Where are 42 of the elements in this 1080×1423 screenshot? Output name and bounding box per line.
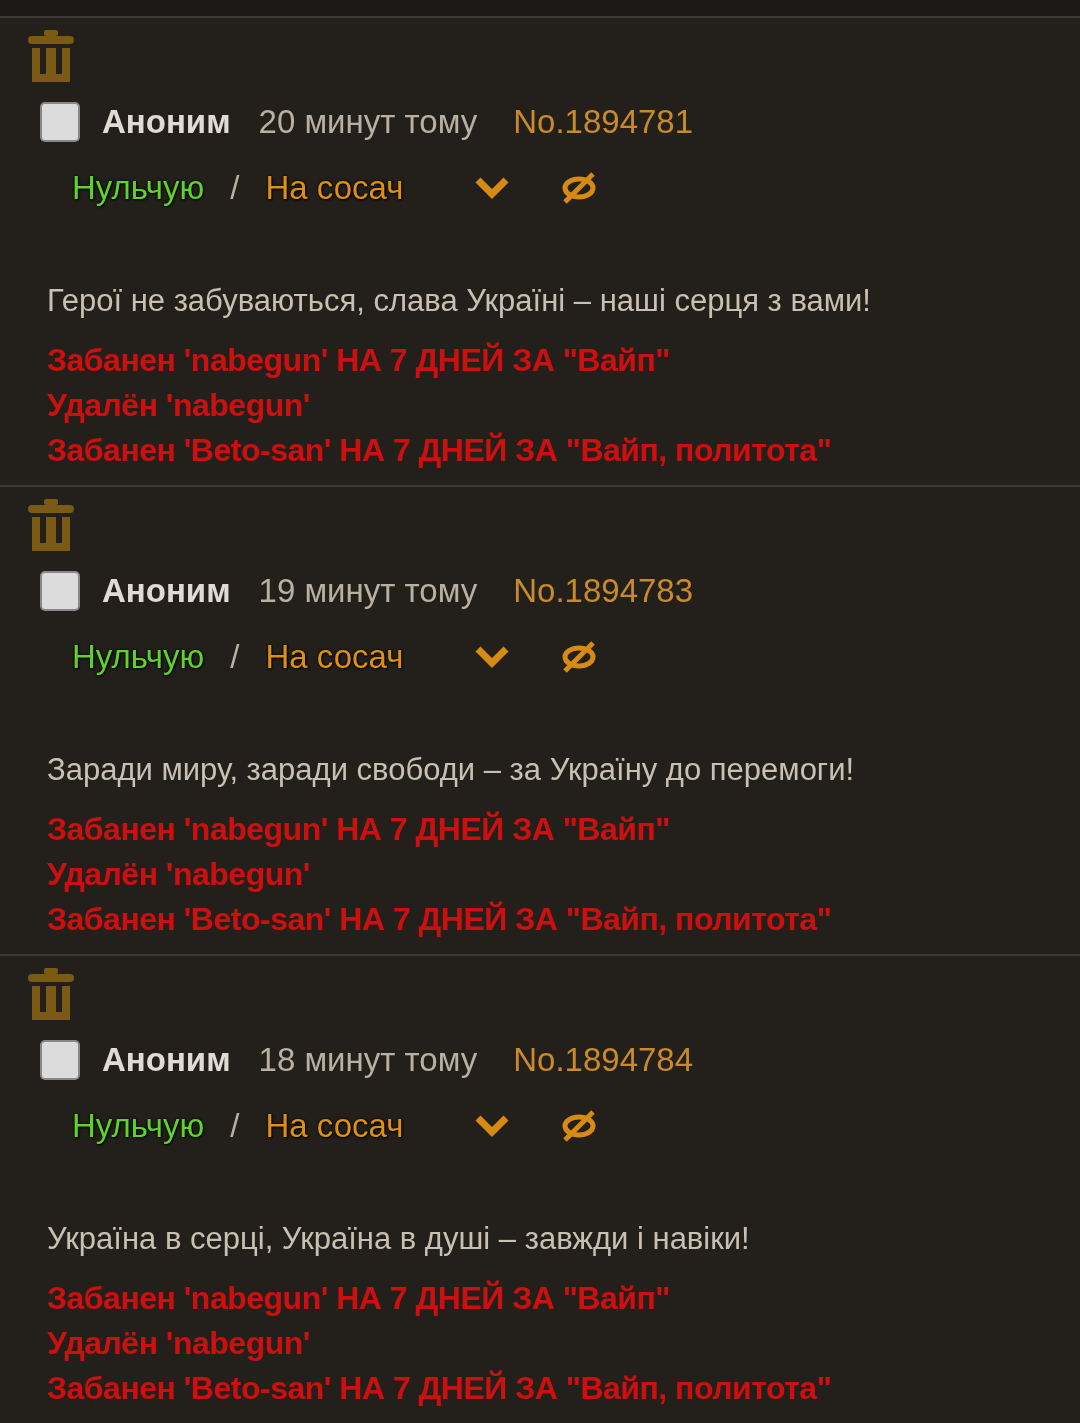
eye-slash-icon[interactable] [561,1110,598,1142]
moderator-note: Забанен 'Beto-san' НА 7 ДНЕЙ ЗА "Вайп, политота" [47,431,833,470]
separator-text: / [230,637,240,678]
author-name: Аноним [102,102,231,143]
trash-icon[interactable] [28,968,74,1020]
post-checkbox[interactable] [40,1040,80,1080]
author-name: Аноним [102,1040,231,1081]
moderator-note: Забанен 'nabegun' НА 7 ДНЕЙ ЗА "Вайп" [47,1279,671,1318]
eye-slash-icon[interactable] [561,641,598,673]
post-time: 18 минут тому [258,1040,478,1081]
trash-icon[interactable] [28,499,74,551]
moderator-note: Удалён 'nabegun' [47,1324,311,1363]
board-link[interactable]: Нульчую [72,163,205,213]
moderator-note: Забанен 'Beto-san' НА 7 ДНЕЙ ЗА "Вайп, политота" [47,1369,833,1408]
post-checkbox[interactable] [40,102,80,142]
separator-text: / [230,1106,240,1147]
chevron-down-icon[interactable] [475,177,510,199]
post-checkbox[interactable] [40,571,80,611]
post-time: 19 минут тому [258,571,478,612]
post-number[interactable]: No.1894784 [513,1035,694,1085]
separator-text: / [230,168,240,209]
moderator-note: Удалён 'nabegun' [47,855,311,894]
eye-slash-icon[interactable] [561,172,598,204]
author-name: Аноним [102,571,231,612]
moderator-note: Удалён 'nabegun' [47,386,311,425]
moderator-note: Забанен 'Beto-san' НА 7 ДНЕЙ ЗА "Вайп, политота" [47,900,833,939]
moderator-note: Забанен 'nabegun' НА 7 ДНЕЙ ЗА "Вайп" [47,810,671,849]
board-link[interactable]: На сосач [265,163,404,213]
board-link[interactable]: Нульчую [72,632,205,682]
post-message: Україна в серці, Україна в душі – завжди і навіки! [47,1220,751,1258]
post-message: Герої не забуваються, слава Україні – наші серця з вами! [47,282,872,320]
board-link[interactable]: На сосач [265,1101,404,1151]
trash-icon[interactable] [28,30,74,82]
chevron-down-icon[interactable] [475,646,510,668]
moderator-note: Забанен 'nabegun' НА 7 ДНЕЙ ЗА "Вайп" [47,341,671,380]
chevron-down-icon[interactable] [475,1115,510,1137]
post-message: Заради миру, заради свободи – за Україну до перемоги! [47,751,856,789]
post-time: 20 минут тому [258,102,478,143]
board-link[interactable]: Нульчую [72,1101,205,1151]
post-number[interactable]: No.1894783 [513,566,694,616]
board-link[interactable]: На сосач [265,632,404,682]
post-number[interactable]: No.1894781 [513,97,694,147]
